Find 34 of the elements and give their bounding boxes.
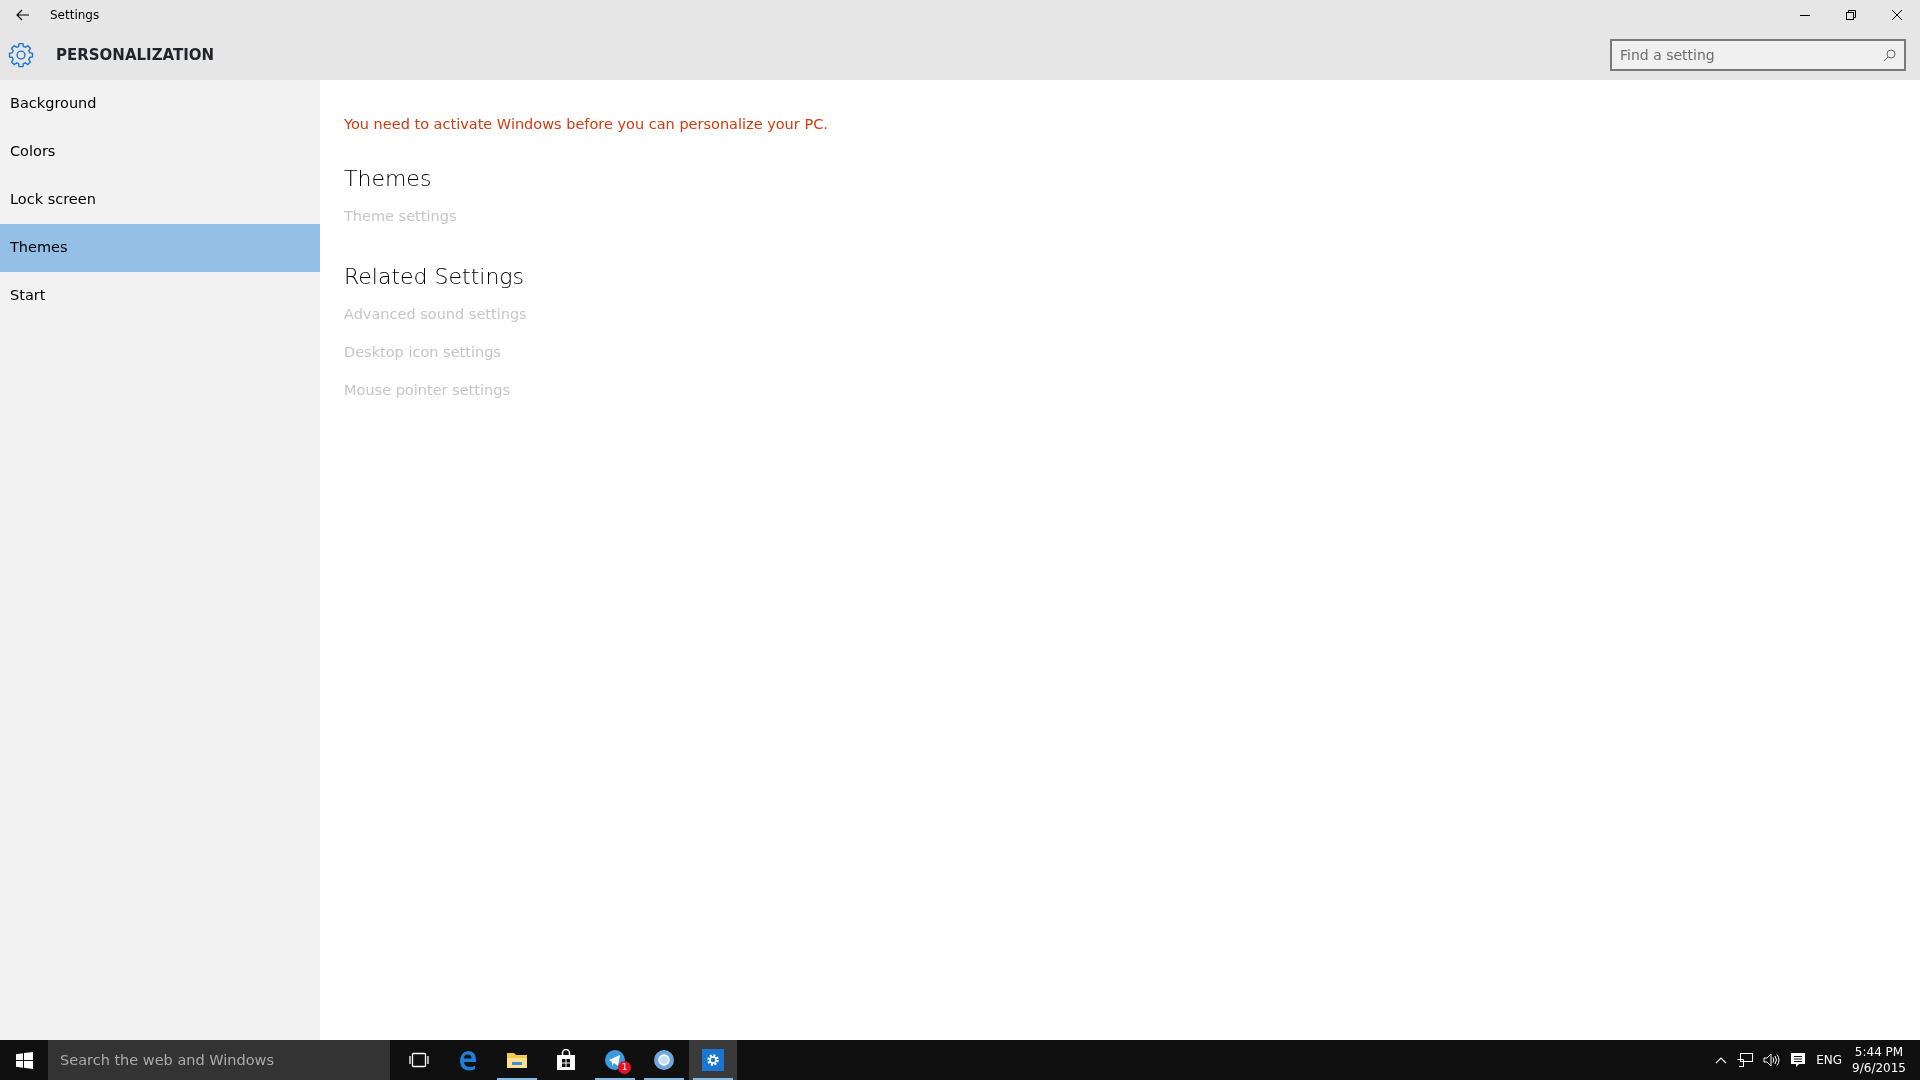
search-icon [1883,49,1896,62]
task-view-icon [409,1052,429,1068]
close-icon [1892,10,1902,20]
chevron-up-icon[interactable] [1715,1056,1728,1064]
network-icon[interactable] [1737,1053,1754,1067]
clock[interactable]: 5:44 PM 9/6/2015 [1852,1043,1906,1077]
sidebar-item[interactable]: Start [0,272,320,320]
shopping-bag-icon [556,1049,576,1071]
language-indicator[interactable]: ENG [1816,1051,1843,1069]
restore-icon [1846,10,1856,20]
e-letter-icon [457,1049,479,1071]
speaker-icon[interactable] [1763,1053,1781,1067]
section-heading: Related Settings [344,263,526,291]
windows-logo-icon [15,1051,33,1069]
window-title: Settings [50,7,100,24]
gear-icon [702,1049,724,1071]
taskbar-app-button[interactable] [689,1040,737,1080]
taskbar-search-field[interactable]: Search the web and Windows [48,1040,390,1080]
paper-plane-icon [604,1049,626,1071]
sidebar-item[interactable]: Background [0,80,320,128]
sidebar-item[interactable]: Themes [0,224,320,272]
taskbar-app-button[interactable]: 1 [591,1040,639,1080]
round-browser-icon [653,1049,675,1071]
activation-notice: You need to activate Windows before you can personalize your PC. [344,115,829,134]
sidebar-item[interactable]: Colors [0,128,320,176]
sidebar-item[interactable]: Lock screen [0,176,320,224]
page-title: PERSONALIZATION [56,44,215,66]
search-field[interactable]: Find a setting [1610,39,1906,71]
notification-badge: 1 [618,1061,631,1074]
back-arrow-icon [16,9,30,21]
folder-icon [506,1050,528,1070]
notification-icon[interactable] [1790,1052,1807,1068]
section-heading: Themes [344,165,433,193]
gear-icon [8,42,34,68]
